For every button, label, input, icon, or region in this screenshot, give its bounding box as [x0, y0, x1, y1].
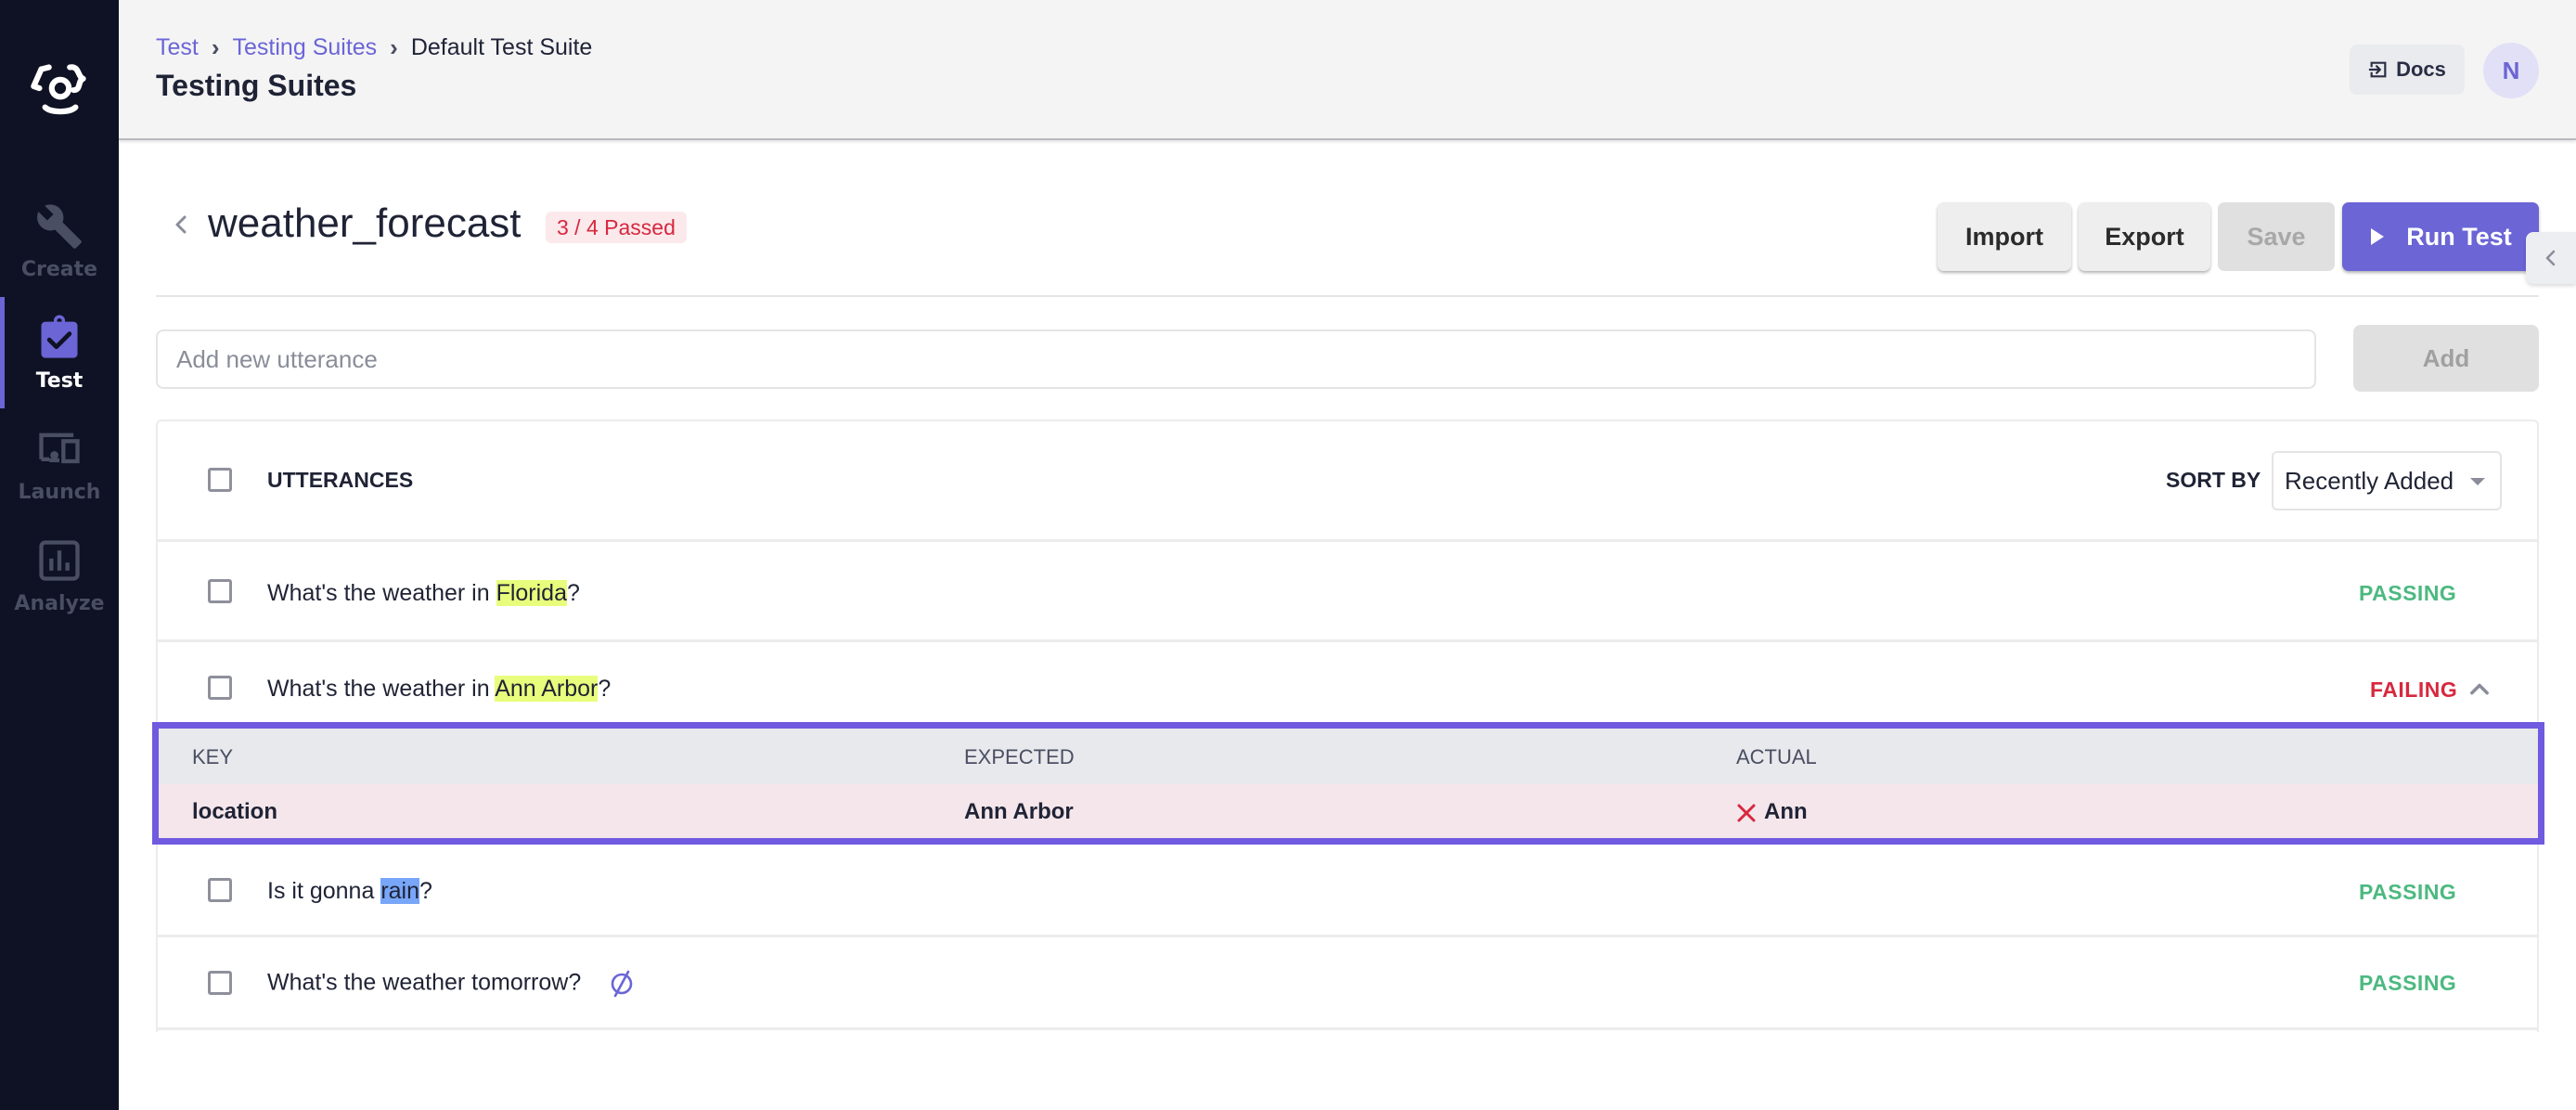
utterance-prefix: Is it gonna [267, 878, 381, 904]
detail-row: location Ann Arbor Ann [159, 784, 2538, 838]
status-badge: 3 / 4 Passed [546, 212, 687, 243]
row-checkbox[interactable] [208, 676, 232, 700]
select-all-checkbox[interactable] [208, 468, 232, 492]
sort-select[interactable]: Recently Added [2272, 451, 2502, 510]
entity-highlight[interactable]: Florida [496, 580, 567, 606]
close-icon [1737, 804, 1756, 822]
sidebar-item-label: Create [20, 257, 98, 281]
sidebar-item-label: Test [35, 368, 84, 393]
wrench-icon [37, 203, 82, 249]
actual-value: Ann [1764, 799, 1808, 824]
status-failing: FAILING [2370, 678, 2458, 702]
add-button[interactable]: Add [2353, 325, 2539, 392]
row-checkbox[interactable] [208, 579, 232, 603]
export-button[interactable]: Export [2079, 202, 2210, 271]
column-expected: EXPECTED [964, 745, 1075, 768]
breadcrumb: Test › Testing Suites › Default Test Sui… [156, 33, 592, 62]
sidebar-item-create[interactable]: Create [0, 186, 119, 297]
top-bar: Test › Testing Suites › Default Test Sui… [119, 0, 2576, 140]
result-detail-table: KEY EXPECTED ACTUAL location Ann Arbor A… [152, 722, 2544, 845]
add-utterance-input[interactable] [156, 329, 2316, 389]
docs-button[interactable]: Docs [2350, 45, 2465, 95]
run-test-label: Run Test [2406, 222, 2512, 251]
entity-highlight[interactable]: rain [380, 878, 419, 904]
utterance-suffix: ? [419, 878, 432, 904]
page-title: Testing Suites [156, 69, 357, 102]
app-logo-icon[interactable] [22, 48, 98, 124]
entity-highlight[interactable]: Ann Arbor [495, 676, 599, 702]
sidebar-item-launch[interactable]: Launch [0, 408, 119, 520]
utterance-suffix: ? [598, 676, 612, 702]
row-checkbox[interactable] [208, 971, 232, 995]
utterances-heading: UTTERANCES [267, 468, 414, 492]
chevron-left-icon [175, 215, 187, 234]
import-button[interactable]: Import [1938, 202, 2071, 271]
back-button[interactable] [167, 206, 195, 243]
sidebar-item-analyze[interactable]: Analyze [0, 520, 119, 631]
list-item[interactable]: What's the weather in Ann Arbor? FAILING [158, 642, 2537, 728]
utterance-text: What's the weather tomorrow? [267, 969, 636, 999]
list-header: UTTERANCES SORT BY Recently Added [158, 421, 2537, 542]
status-passing: PASSING [2359, 971, 2457, 995]
collapse-panel-button[interactable] [2526, 232, 2576, 284]
utterance-text: What's the weather in Ann Arbor? [267, 676, 611, 703]
breadcrumb-testing-suites[interactable]: Testing Suites [233, 34, 378, 61]
run-test-button[interactable]: Run Test [2342, 202, 2539, 271]
clipboard-check-icon [41, 315, 78, 358]
chevron-left-icon [2545, 250, 2556, 266]
utterance-suffix: ? [566, 580, 580, 606]
sidebar-item-label: Launch [18, 480, 101, 504]
breadcrumb-test[interactable]: Test [156, 34, 199, 61]
sidebar: Create Test Launch Analyze [0, 0, 119, 1110]
avatar[interactable]: N [2483, 43, 2539, 98]
list-item[interactable]: What's the weather in Florida? PASSING [158, 542, 2537, 642]
list-item[interactable]: What's the weather tomorrow? PASSING [158, 937, 2537, 1030]
breadcrumb-current: Default Test Suite [410, 34, 593, 60]
caret-down-icon [2470, 478, 2485, 485]
chevron-right-icon: › [211, 33, 220, 61]
utterance-text: What's the weather in Florida? [267, 580, 580, 607]
detail-header: KEY EXPECTED ACTUAL [159, 729, 2538, 784]
utterance-text: Is it gonna rain? [267, 878, 432, 905]
chevron-up-icon[interactable] [2467, 676, 2492, 702]
sort-by-label: SORT BY [2166, 468, 2261, 492]
sidebar-item-label: Analyze [14, 591, 105, 615]
save-button[interactable]: Save [2218, 202, 2335, 271]
detail-expected: Ann Arbor [964, 799, 1074, 824]
column-actual: ACTUAL [1736, 745, 1817, 768]
detail-actual: Ann [1736, 799, 1808, 825]
row-checkbox[interactable] [208, 878, 232, 902]
docs-label: Docs [2396, 58, 2446, 81]
status-passing: PASSING [2359, 581, 2457, 605]
devices-icon [39, 432, 80, 463]
login-icon [2368, 61, 2387, 78]
bar-chart-icon [39, 539, 80, 581]
utterance-prefix: What's the weather in [267, 676, 496, 702]
suite-title: weather_forecast [208, 200, 522, 246]
sidebar-item-test[interactable]: Test [0, 297, 119, 408]
utterance-list: UTTERANCES SORT BY Recently Added What's… [152, 419, 2544, 1032]
status-passing: PASSING [2359, 880, 2457, 904]
utterance-prefix: What's the weather in [267, 580, 496, 606]
column-key: KEY [192, 745, 234, 768]
divider [156, 295, 2539, 297]
empty-set-icon [611, 970, 633, 998]
list-item[interactable]: Is it gonna rain? PASSING [158, 845, 2537, 937]
utterance-prefix: What's the weather tomorrow? [267, 969, 582, 996]
play-icon [2371, 228, 2385, 245]
sort-value: Recently Added [2285, 466, 2454, 495]
detail-key: location [192, 799, 278, 824]
chevron-right-icon: › [390, 33, 398, 61]
